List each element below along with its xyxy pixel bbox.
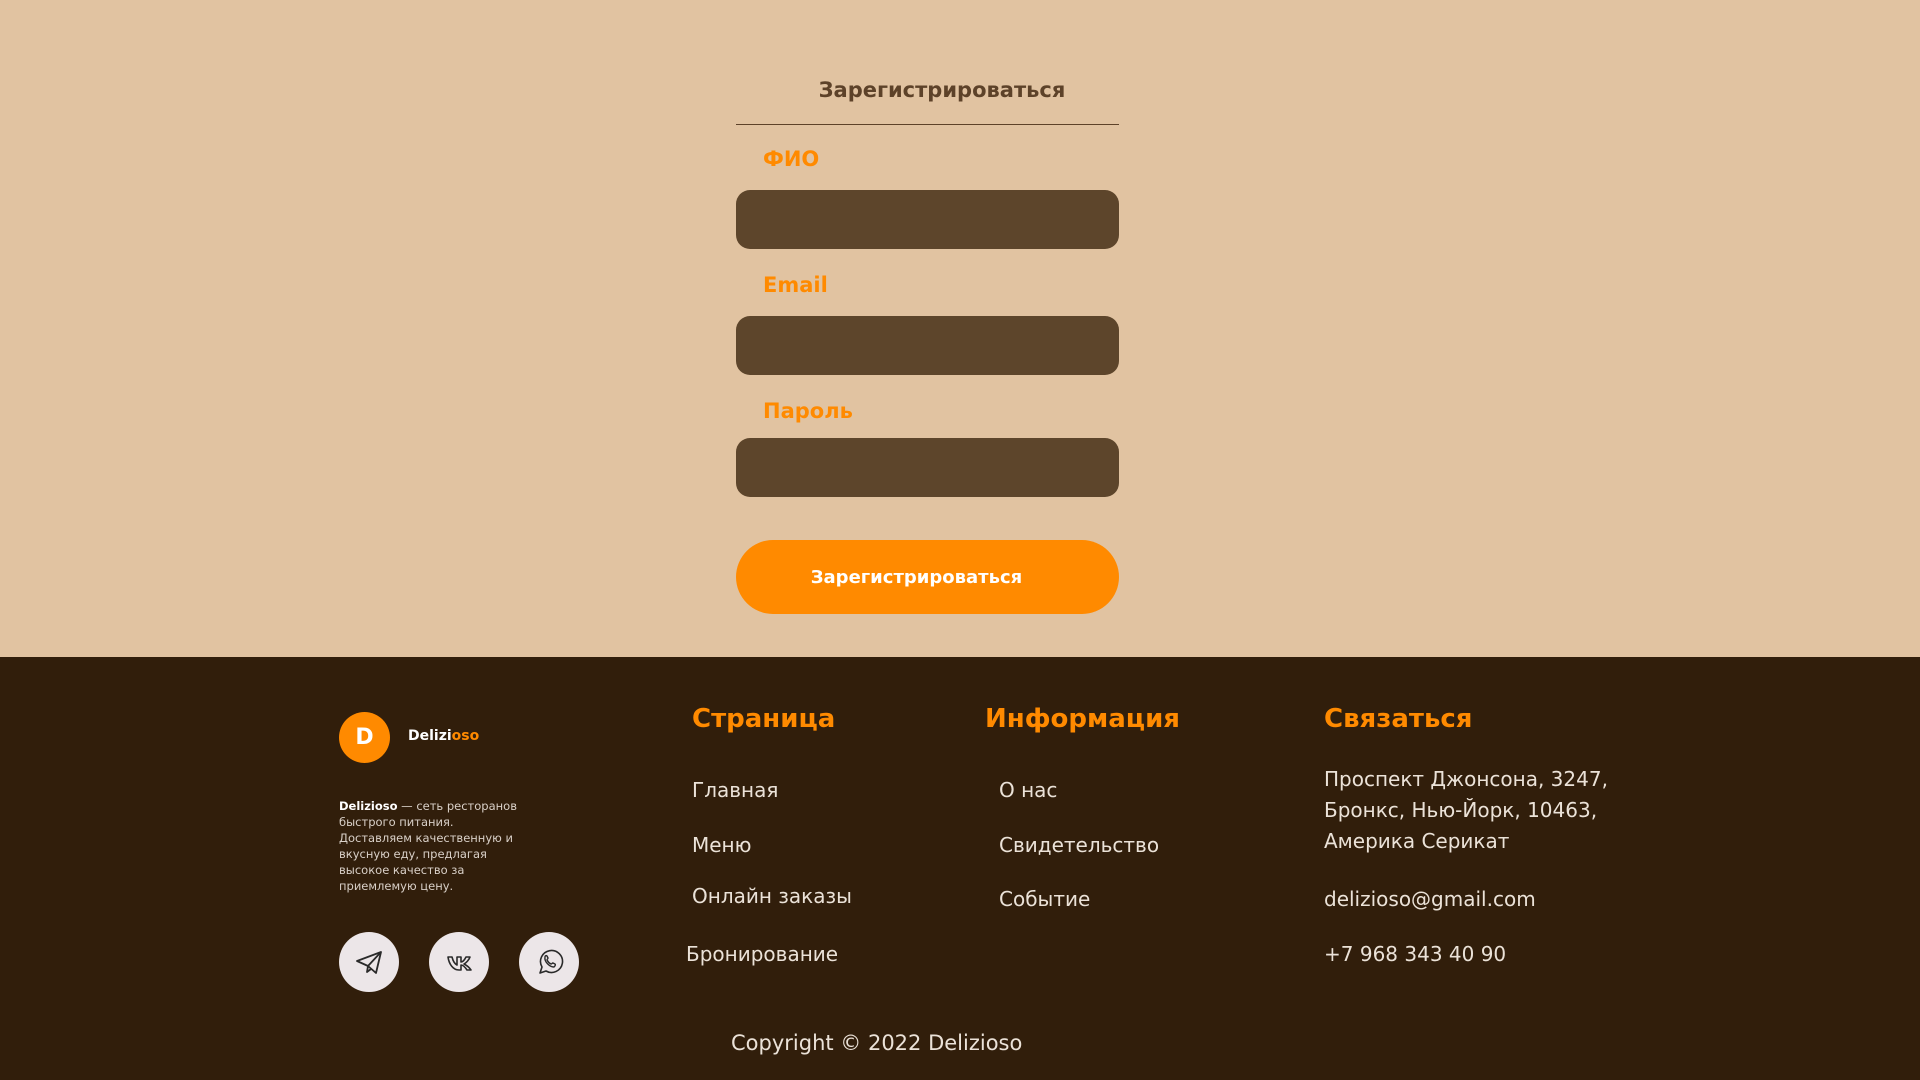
telegram-button[interactable] (339, 932, 399, 992)
form-title-tab[interactable]: Зарегистрироваться (736, 78, 1148, 102)
brand-description: Delizioso — сеть ресторанов быстрого пит… (339, 798, 529, 894)
footer (0, 657, 1920, 1080)
brand-name[interactable]: Delizioso (408, 728, 479, 744)
register-button[interactable]: Зарегистрироваться (736, 540, 1119, 614)
address-line: Бронкс, Нью-Йорк, 10463, (1324, 798, 1598, 822)
info-heading: Информация (985, 704, 1180, 734)
brand-name-main: Delizi (408, 728, 452, 744)
address-line: Проспект Джонсона, 3247, (1324, 767, 1608, 791)
contact-address: Проспект Джонсона, 3247, Бронкс, Нью-Йор… (1324, 764, 1624, 857)
contact-phone-link[interactable]: +7 968 343 40 90 (1324, 942, 1506, 966)
password-field[interactable] (736, 438, 1119, 497)
email-label: Email (763, 273, 828, 297)
footer-link-online-orders[interactable]: Онлайн заказы (692, 884, 852, 908)
whatsapp-button[interactable] (519, 932, 579, 992)
footer-link-about[interactable]: О нас (999, 778, 1057, 802)
logo-icon[interactable]: D (339, 712, 390, 763)
pages-heading: Страница (692, 704, 836, 734)
vk-icon (447, 956, 472, 971)
brand-description-name: Delizioso (339, 799, 398, 813)
whatsapp-icon (539, 949, 564, 974)
name-field[interactable] (736, 190, 1119, 249)
footer-link-menu[interactable]: Меню (692, 833, 751, 857)
page: Зарегистрироваться ФИО Email Пароль Заре… (0, 0, 1920, 1080)
copyright: Copyright © 2022 Delizioso (731, 1031, 1023, 1055)
address-line: Америка Серикат (1324, 829, 1510, 853)
email-field[interactable] (736, 316, 1119, 375)
vk-button[interactable] (429, 932, 489, 992)
contact-heading: Связаться (1324, 704, 1473, 734)
registration-section: Зарегистрироваться ФИО Email Пароль Заре… (0, 0, 1920, 657)
brand-description-text: — сеть ресторанов быстрого питания. Дост… (339, 799, 517, 893)
brand-name-accent: oso (451, 728, 480, 744)
contact-email-link[interactable]: delizioso@gmail.com (1324, 887, 1536, 911)
password-label: Пароль (763, 399, 853, 423)
telegram-icon (356, 951, 382, 974)
name-label: ФИО (763, 147, 820, 171)
footer-link-events[interactable]: Событие (999, 887, 1090, 911)
footer-link-home[interactable]: Главная (692, 778, 778, 802)
footer-link-booking[interactable]: Бронирование (686, 942, 838, 966)
footer-link-testimonials[interactable]: Свидетельство (999, 833, 1159, 857)
form-divider (736, 124, 1119, 125)
